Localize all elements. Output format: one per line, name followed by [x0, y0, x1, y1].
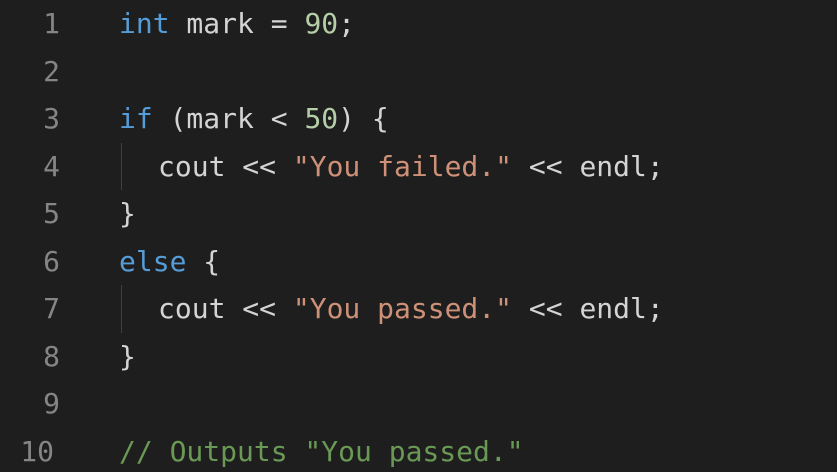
text-token: ) {	[338, 102, 389, 136]
text-token: cout <<	[158, 149, 293, 183]
text-token: ;	[338, 7, 356, 41]
code-line-3[interactable]: 3 if (mark < 50) {	[0, 95, 837, 143]
line-number: 8	[43, 339, 60, 373]
string-token: "You passed."	[292, 292, 513, 326]
line-number: 5	[43, 197, 60, 231]
text-token: mark =	[169, 7, 305, 41]
string-token: "You failed."	[292, 149, 513, 183]
code-line-6[interactable]: 6 else {	[0, 238, 837, 286]
line-number: 2	[43, 54, 60, 88]
line-number: 3	[43, 102, 60, 136]
number-token: 50	[304, 102, 339, 136]
text-token: << endl;	[512, 292, 664, 326]
code-content: int mark = 90;	[119, 0, 355, 48]
code-line-5[interactable]: 5 }	[0, 190, 837, 238]
text-token: {	[186, 244, 221, 278]
text-token: << endl;	[512, 149, 664, 183]
code-editor[interactable]: 1 int mark = 90; 2 3 if (mark < 50) { 4 …	[0, 0, 837, 472]
code-line-2[interactable]: 2	[0, 48, 837, 96]
code-line-9[interactable]: 9	[0, 380, 837, 428]
indent-guide	[121, 285, 122, 333]
line-number: 1	[43, 7, 60, 41]
text-token: cout <<	[158, 292, 293, 326]
keyword-token: else	[119, 244, 187, 278]
text-token: }	[119, 197, 136, 231]
text-token: }	[119, 339, 136, 373]
code-line-8[interactable]: 8 }	[0, 333, 837, 381]
code-line-7[interactable]: 7 cout << "You passed." << endl;	[0, 285, 837, 333]
keyword-token: if	[119, 102, 153, 136]
line-number: 10	[20, 434, 54, 468]
line-number: 9	[43, 387, 60, 421]
line-number: 4	[43, 149, 60, 183]
keyword-token: int	[119, 7, 170, 41]
code-content: }	[119, 190, 136, 238]
code-content: // Outputs "You passed."	[119, 428, 524, 472]
code-line-1[interactable]: 1 int mark = 90;	[0, 0, 837, 48]
code-content: else {	[119, 238, 220, 286]
text-token: (mark <	[152, 102, 305, 136]
code-line-4[interactable]: 4 cout << "You failed." << endl;	[0, 142, 837, 191]
number-token: 90	[304, 7, 339, 41]
code-content: cout << "You failed." << endl;	[158, 143, 664, 191]
line-number: 7	[43, 292, 60, 326]
code-content: cout << "You passed." << endl;	[158, 285, 664, 333]
code-line-10[interactable]: 10 // Outputs "You passed."	[0, 428, 837, 472]
line-number: 6	[43, 244, 60, 278]
indent-guide	[121, 142, 122, 190]
code-content: }	[119, 333, 136, 381]
code-content: if (mark < 50) {	[119, 95, 389, 143]
comment-token: // Outputs "You passed."	[119, 434, 524, 468]
